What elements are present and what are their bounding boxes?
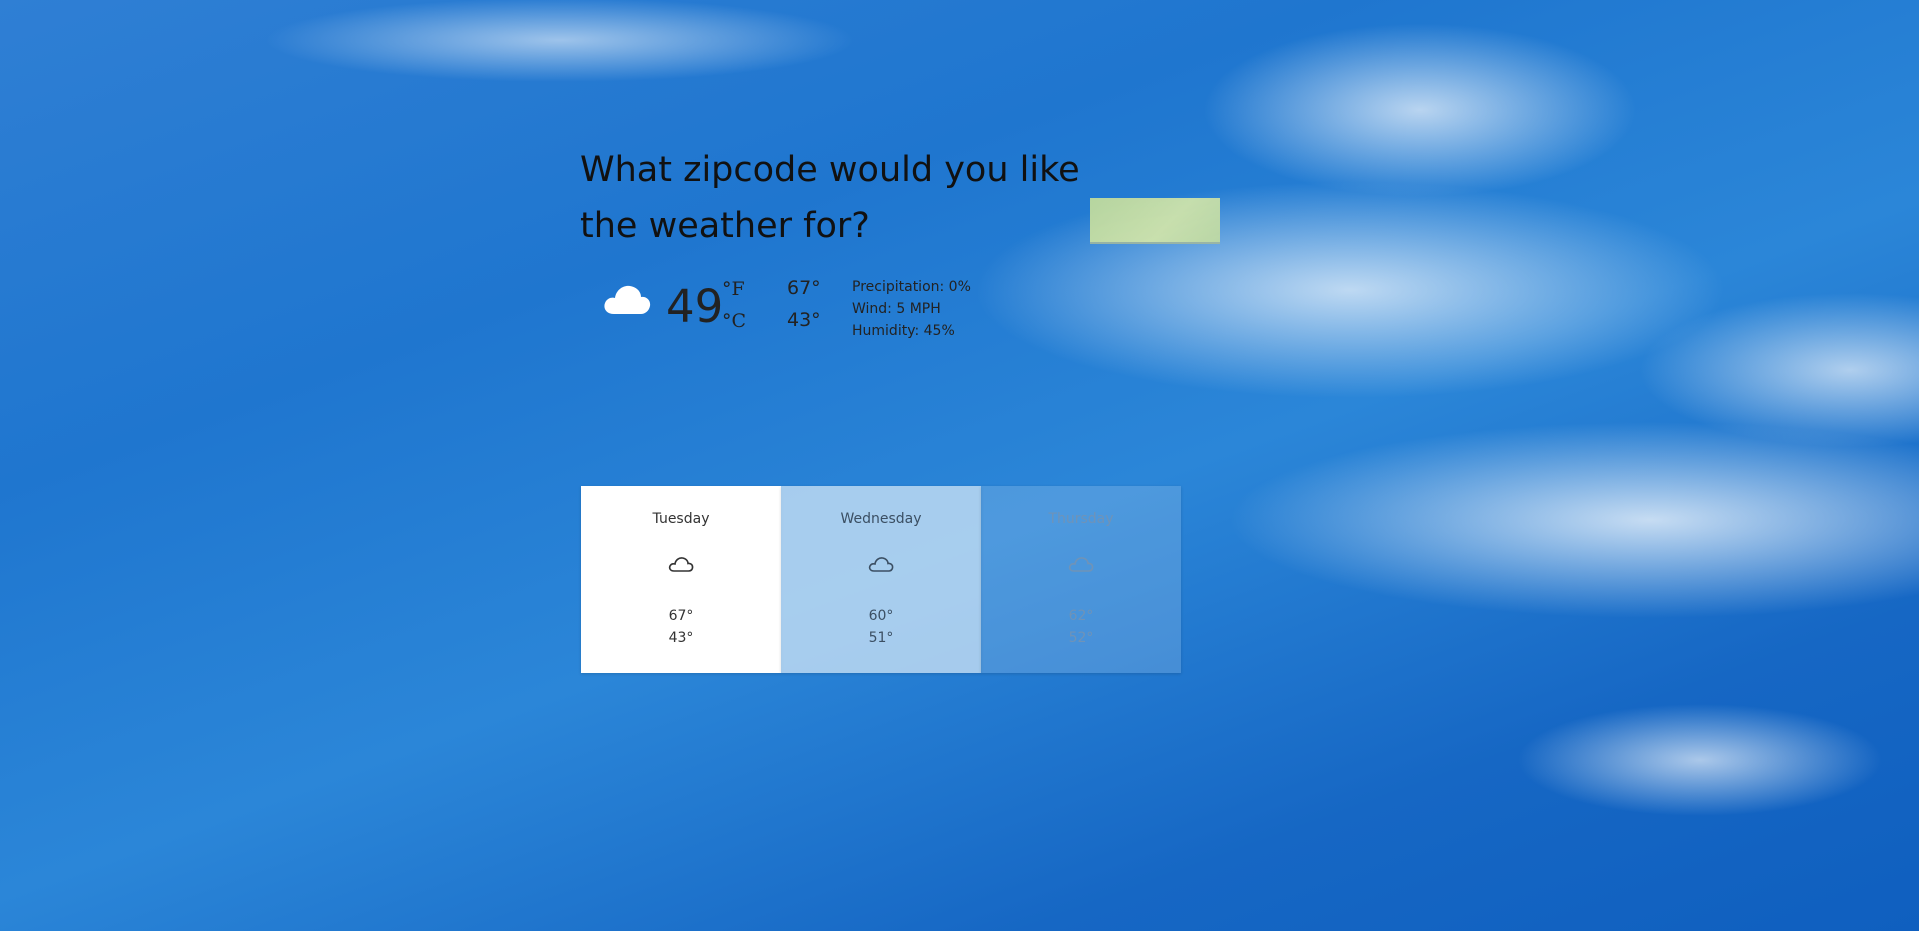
forecast-low: 52° <box>1068 630 1094 646</box>
cloud-outline-icon <box>781 554 981 578</box>
forecast-high: 62° <box>1068 608 1094 624</box>
forecast-card-wednesday[interactable]: Wednesday 60° 51° <box>781 486 981 673</box>
forecast-card-thursday[interactable]: Thursday 62° 52° <box>981 486 1181 673</box>
forecast-card-tuesday[interactable]: Tuesday 67° 43° <box>581 486 781 673</box>
zipcode-input[interactable] <box>1090 198 1220 244</box>
forecast-day-name: Thursday <box>1048 511 1114 527</box>
current-low: 43° <box>787 309 821 331</box>
fahrenheit-toggle[interactable]: °F <box>722 278 745 300</box>
current-high: 67° <box>787 277 821 299</box>
zipcode-question: What zipcode would you like the weather … <box>580 150 1080 246</box>
forecast-low: 51° <box>868 630 894 646</box>
precipitation-text: Precipitation: 0% <box>852 279 971 295</box>
current-temperature: 49 <box>666 280 724 333</box>
celsius-toggle[interactable]: °C <box>722 310 746 332</box>
current-weather: 49 °F °C 67° 43° Precipitation: 0% Wind:… <box>600 275 1000 345</box>
cloud-outline-icon <box>581 554 781 578</box>
forecast-day-name: Tuesday <box>652 511 710 527</box>
forecast-day-name: Wednesday <box>840 511 922 527</box>
humidity-text: Humidity: 45% <box>852 323 955 339</box>
cloud-icon <box>602 280 652 320</box>
forecast-low: 43° <box>668 630 694 646</box>
cloud-outline-icon <box>981 554 1181 578</box>
weather-details: Precipitation: 0% Wind: 5 MPH Humidity: … <box>852 276 971 342</box>
wind-text: Wind: 5 MPH <box>852 301 941 317</box>
forecast-high: 67° <box>668 608 694 624</box>
forecast-high: 60° <box>868 608 894 624</box>
forecast-list: Tuesday 67° 43° Wednesday 60° 51° Thursd… <box>581 486 1181 673</box>
